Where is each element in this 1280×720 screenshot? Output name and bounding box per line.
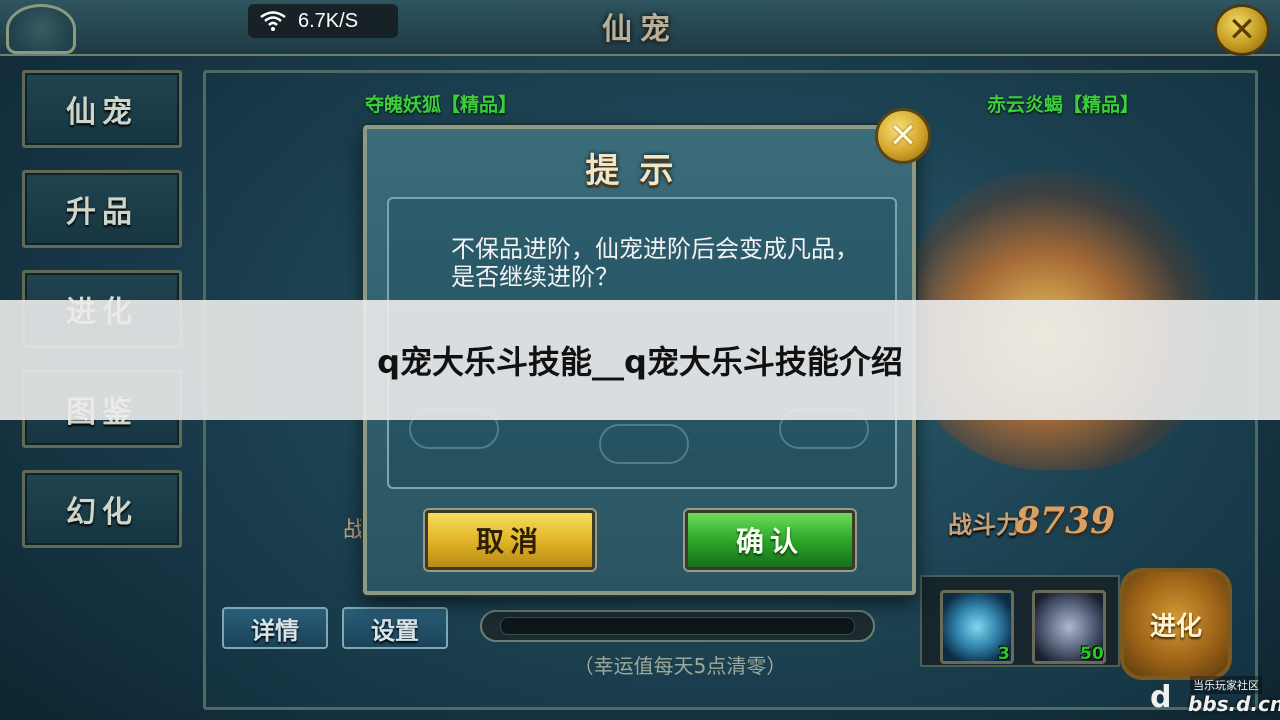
cancel-button[interactable]: 取消 — [425, 510, 595, 570]
dialog-title: 提示 — [585, 151, 694, 191]
confirm-button[interactable]: 确认 — [685, 510, 855, 570]
network-speed: 6.7K/S — [298, 9, 359, 32]
luck-bar-track — [500, 617, 855, 635]
corner-ornament — [6, 4, 76, 54]
details-button[interactable]: 详情 — [222, 607, 328, 649]
left-combat-label: 战 — [343, 518, 366, 543]
combat-power-label: 战斗力 — [948, 510, 1020, 539]
article-title-banner: q宠大乐斗技能__q宠大乐斗技能介绍 — [0, 300, 1280, 420]
target-pet-name: 赤云炎蝎【精品】 — [987, 94, 1140, 116]
dialog-close-button[interactable]: ✕ — [875, 108, 931, 164]
cloud-ornament — [599, 424, 689, 464]
settings-button[interactable]: 设置 — [342, 607, 448, 649]
watermark-logo: d — [1150, 680, 1172, 715]
item-count: 50 — [1080, 644, 1104, 664]
wifi-icon — [260, 11, 286, 31]
luck-reset-note: （幸运值每天5点清零） — [573, 654, 787, 678]
current-pet-name: 夺魄妖狐【精品】 — [365, 94, 518, 116]
combat-power-value: 8739 — [1015, 500, 1116, 542]
close-window-button[interactable]: ✕ — [1214, 4, 1270, 56]
luck-progress-bar — [480, 610, 875, 642]
tab-transform[interactable]: 幻化 — [22, 470, 182, 548]
game-scene: 仙宠 6.7K/S ✕ 仙宠 升品 进化 图鉴 幻化 夺魄妖狐【精品】 赤云炎蝎… — [0, 0, 1280, 720]
page-title: 仙宠 — [602, 12, 678, 47]
dialog-message: 不保品进阶，仙宠进阶后会变成凡品，是否继续进阶？ — [451, 235, 859, 291]
close-icon: ✕ — [888, 116, 918, 156]
network-status: 6.7K/S — [248, 4, 398, 38]
site-watermark: d 当乐玩家社区 bbs.d.cn — [1150, 676, 1280, 718]
tab-upgrade-quality[interactable]: 升品 — [22, 170, 182, 248]
evolve-button[interactable]: 进化 — [1120, 568, 1232, 680]
close-icon: ✕ — [1227, 10, 1257, 50]
watermark-url: bbs.d.cn — [1188, 692, 1280, 716]
item-count: 3 — [998, 644, 1010, 664]
tab-pet[interactable]: 仙宠 — [22, 70, 182, 148]
